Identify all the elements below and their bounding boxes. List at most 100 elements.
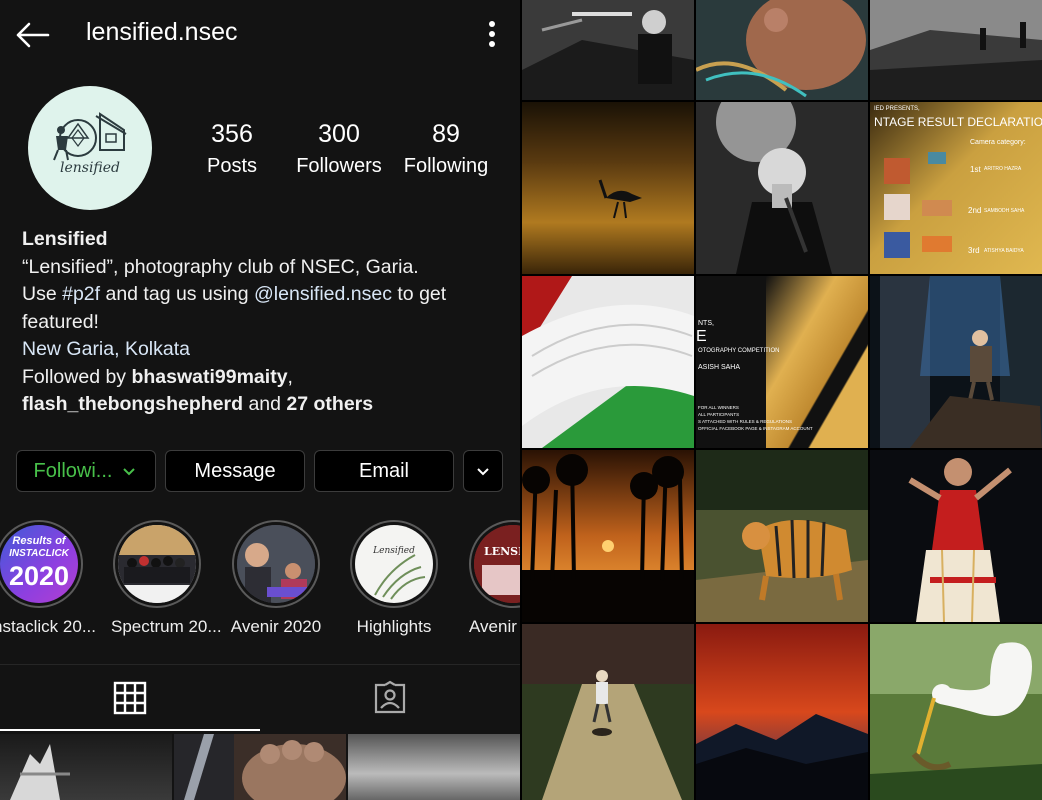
posts-label: Posts bbox=[206, 155, 258, 177]
post-tile[interactable] bbox=[522, 0, 694, 100]
winner-photo bbox=[922, 200, 952, 216]
posts-stat[interactable]: 356 Posts bbox=[182, 120, 282, 178]
avatar-logo-text: lensified bbox=[60, 160, 120, 176]
cover-text: LENSIF bbox=[484, 545, 520, 558]
suggested-accounts-button[interactable] bbox=[463, 450, 503, 492]
comp-detail-line: S ATTACHED WITH RULES & REGULATIONS bbox=[698, 419, 793, 424]
separator: , bbox=[287, 365, 293, 388]
profile-tabs bbox=[0, 664, 520, 731]
hashtag-link[interactable]: #p2f bbox=[62, 283, 100, 305]
comp-detail-line: FOR ALL WINNERS bbox=[698, 405, 739, 410]
post-tile[interactable] bbox=[870, 276, 1042, 448]
followed-by-line[interactable]: Followed by bhaswati99maity, bbox=[22, 364, 502, 392]
profile-avatar[interactable]: lensified bbox=[28, 86, 152, 210]
mutual-follower-1[interactable]: bhaswati99maity bbox=[131, 366, 287, 388]
following-stat[interactable]: 89 Following bbox=[396, 120, 496, 178]
comp-text: ASISH SAHA bbox=[698, 364, 741, 371]
post-tile[interactable] bbox=[870, 0, 1042, 100]
winner-photo bbox=[922, 236, 952, 252]
mutual-follower-2[interactable]: flash_thebongshepherd bbox=[22, 393, 243, 415]
posts-count: 356 bbox=[211, 120, 253, 148]
following-count: 89 bbox=[432, 120, 460, 148]
profile-panel: lensified.nsec lensified 356 Posts 300 F… bbox=[0, 0, 520, 800]
cover-text: Lensified bbox=[372, 546, 415, 556]
highlight-label: Avenir 2020 bbox=[230, 617, 322, 636]
post-thumbnail[interactable] bbox=[348, 734, 520, 800]
post-tile[interactable] bbox=[870, 450, 1042, 622]
highlight-instaclick[interactable]: Results of INSTACLICK 2020 nstaclick 20.… bbox=[0, 520, 96, 637]
comp-text: OTOGRAPHY COMPETITION bbox=[698, 348, 780, 354]
comp-detail-line: ALL PARTICIPANTS bbox=[698, 412, 740, 417]
email-button-label: Email bbox=[358, 459, 409, 482]
email-button[interactable]: Email bbox=[314, 450, 454, 492]
highlight-label: Spectrum 20... bbox=[111, 617, 222, 636]
tagged-person-icon bbox=[374, 680, 406, 714]
mention-link[interactable]: @lensified.nsec bbox=[254, 283, 392, 305]
profile-username: lensified.nsec bbox=[86, 18, 238, 46]
post-tile[interactable] bbox=[522, 276, 694, 448]
winner-photo bbox=[884, 194, 910, 220]
post-tile[interactable] bbox=[696, 0, 868, 100]
mutual-others[interactable]: 27 others bbox=[286, 393, 373, 415]
cover-text: 2020 bbox=[8, 561, 70, 591]
followers-label: Followers bbox=[296, 155, 382, 177]
tab-tagged[interactable] bbox=[260, 665, 520, 731]
highlight-ring bbox=[113, 520, 201, 608]
post-tile[interactable] bbox=[522, 450, 694, 622]
bio-line-1: “Lensified”, photography club of NSEC, G… bbox=[22, 255, 419, 278]
highlight-spectrum[interactable]: Spectrum 20... bbox=[111, 520, 222, 637]
bio-text: and tag us using bbox=[100, 283, 255, 305]
highlight-avenir[interactable]: LENSIF Avenir bbox=[467, 520, 520, 637]
highlight-avenir-2020[interactable]: Avenir 2020 bbox=[230, 520, 322, 637]
highlight-highlights[interactable]: Lensified Highlights bbox=[348, 520, 440, 637]
highlight-cover: Results of INSTACLICK 2020 bbox=[0, 525, 78, 603]
followers-stat[interactable]: 300 Followers bbox=[289, 120, 389, 178]
more-options-icon[interactable] bbox=[478, 18, 506, 52]
followers-count: 300 bbox=[318, 120, 360, 148]
post-tile[interactable] bbox=[522, 102, 694, 274]
message-button[interactable]: Message bbox=[165, 450, 305, 492]
winner-photo bbox=[928, 152, 946, 164]
declaration-category: Camera category: bbox=[970, 139, 1026, 146]
and-text: and bbox=[243, 393, 287, 415]
highlight-cover bbox=[237, 525, 315, 603]
highlight-ring: Lensified bbox=[350, 520, 438, 608]
post-tile[interactable]: IED PRESENTS, NTAGE RESULT DECLARATION C… bbox=[870, 102, 1042, 274]
post-tile[interactable] bbox=[522, 624, 694, 800]
bio-line-3: featured! bbox=[22, 310, 99, 333]
winner-photo bbox=[884, 232, 910, 258]
highlight-label: Avenir bbox=[469, 617, 517, 636]
declaration-title: NTAGE RESULT DECLARATION bbox=[874, 115, 1042, 129]
location-link[interactable]: New Garia, Kolkata bbox=[22, 336, 502, 364]
winner-photo bbox=[884, 158, 910, 184]
post-thumbnail[interactable] bbox=[174, 734, 346, 800]
place-label: 2nd bbox=[968, 206, 982, 215]
post-tile[interactable] bbox=[696, 102, 868, 274]
post-tile[interactable] bbox=[696, 450, 868, 622]
tab-posts-grid[interactable] bbox=[0, 665, 260, 731]
profile-display-name: Lensified bbox=[22, 228, 108, 250]
post-tile[interactable]: NTS, E OTOGRAPHY COMPETITION ASISH SAHA … bbox=[696, 276, 868, 448]
winner-name: ATISHYA BAIDYA bbox=[984, 248, 1024, 254]
post-tile[interactable] bbox=[870, 624, 1042, 800]
profile-bio: Lensified “Lensified”, photography club … bbox=[22, 226, 502, 419]
cover-text: INSTACLICK bbox=[9, 548, 69, 559]
active-tab-indicator bbox=[0, 729, 260, 731]
back-arrow-icon[interactable] bbox=[14, 16, 52, 54]
chevron-down-icon bbox=[477, 468, 489, 476]
winner-name: SAMBODH SAHA bbox=[984, 208, 1025, 214]
highlight-cover bbox=[118, 525, 196, 603]
comp-text: E bbox=[696, 328, 707, 345]
highlight-label: Highlights bbox=[356, 617, 432, 636]
bio-text: to get bbox=[391, 283, 447, 305]
post-tile[interactable] bbox=[696, 624, 868, 800]
following-button[interactable]: Followi... bbox=[16, 450, 156, 492]
grid-icon bbox=[113, 681, 147, 715]
followed-by-line-2[interactable]: flash_thebongshepherd and 27 others bbox=[22, 391, 502, 419]
highlight-label: nstaclick 20... bbox=[0, 617, 96, 636]
followed-by-prefix: Followed by bbox=[22, 365, 132, 388]
post-thumbnail[interactable] bbox=[0, 734, 172, 800]
chevron-down-icon bbox=[123, 468, 136, 476]
place-label: 1st bbox=[970, 165, 981, 174]
message-button-label: Message bbox=[194, 459, 276, 482]
